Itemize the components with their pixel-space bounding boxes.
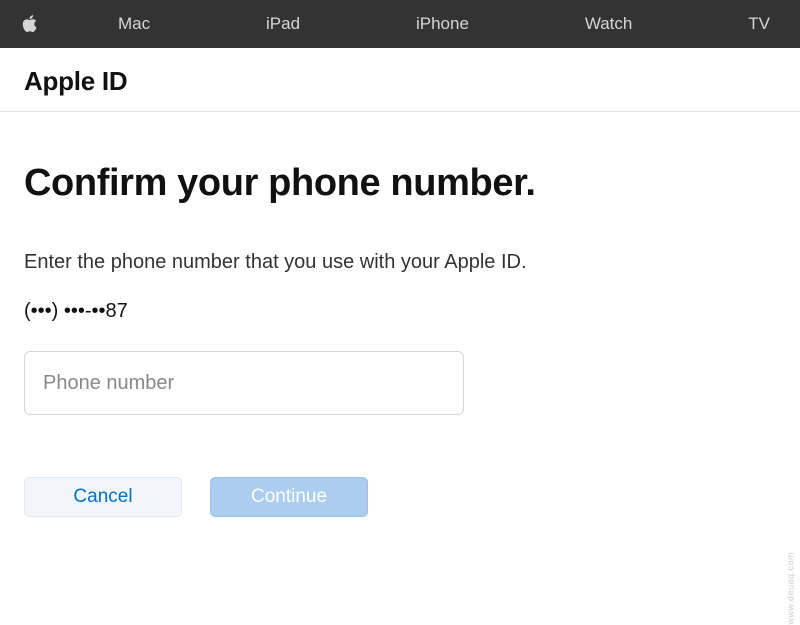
global-nav: Mac iPad iPhone Watch TV <box>0 0 800 48</box>
page-header: Apple ID <box>0 48 800 112</box>
cancel-button[interactable]: Cancel <box>24 477 182 517</box>
nav-items: Mac iPad iPhone Watch TV <box>118 14 780 34</box>
headline: Confirm your phone number. <box>24 162 776 205</box>
nav-item-tv[interactable]: TV <box>748 14 770 34</box>
apple-logo-icon[interactable] <box>20 14 38 34</box>
phone-number-input[interactable] <box>24 351 464 415</box>
content: Confirm your phone number. Enter the pho… <box>0 112 800 517</box>
continue-button[interactable]: Continue <box>210 477 368 517</box>
nav-item-ipad[interactable]: iPad <box>266 14 300 34</box>
nav-item-watch[interactable]: Watch <box>585 14 633 34</box>
nav-item-mac[interactable]: Mac <box>118 14 150 34</box>
masked-phone-number: (•••) •••-••87 <box>24 300 776 323</box>
nav-item-iphone[interactable]: iPhone <box>416 14 469 34</box>
page-title: Apple ID <box>24 66 776 97</box>
instruction-text: Enter the phone number that you use with… <box>24 251 776 274</box>
watermark: www.deuaq.com <box>786 552 796 625</box>
button-row: Cancel Continue <box>24 477 776 517</box>
